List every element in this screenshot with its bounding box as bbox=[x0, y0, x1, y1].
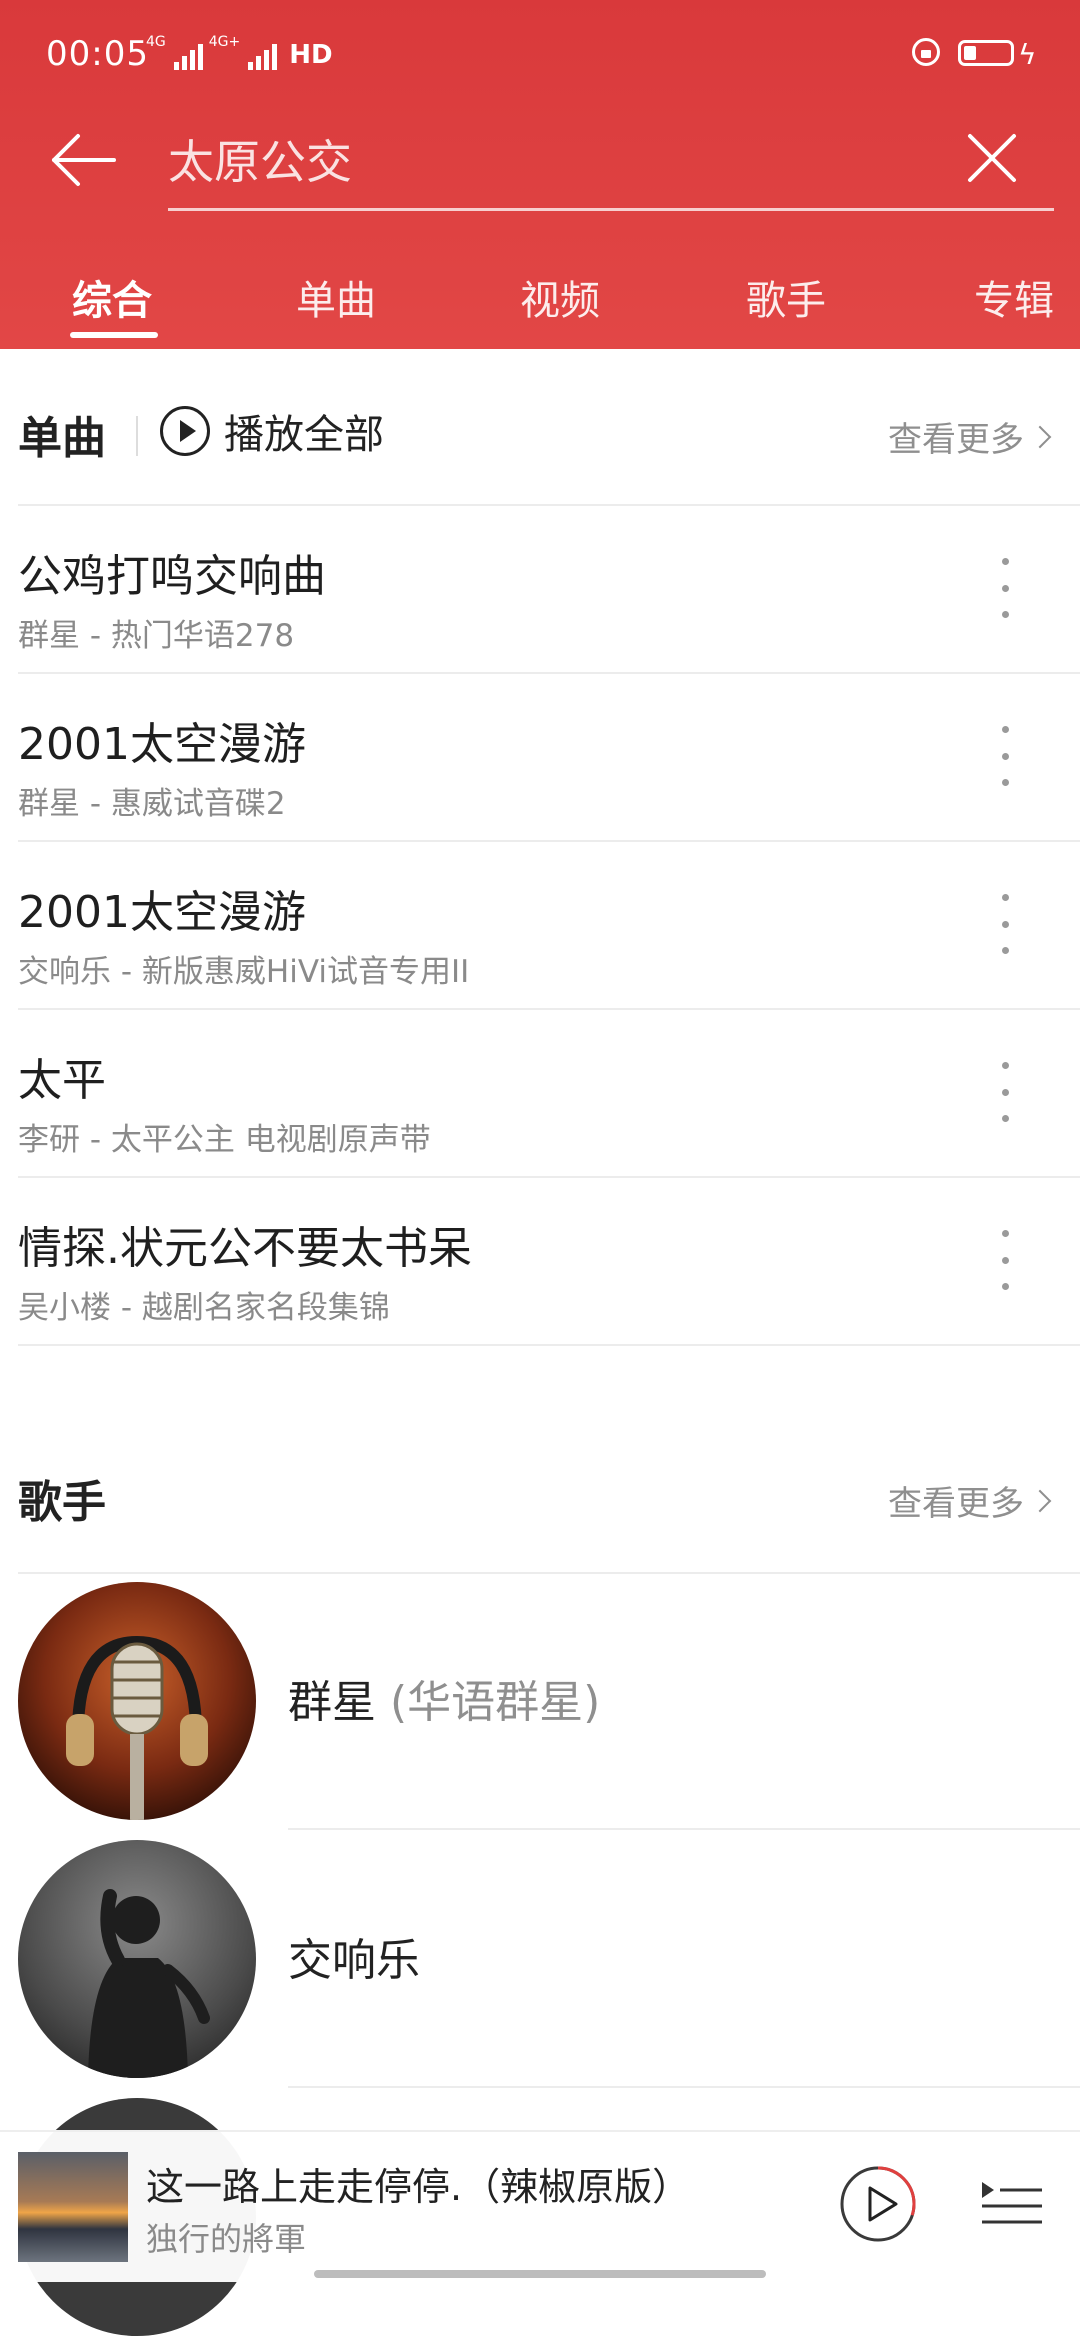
search-underline bbox=[168, 208, 1054, 211]
more-options-icon[interactable] bbox=[990, 558, 1020, 618]
song-row[interactable]: 2001太空漫游 交响乐 - 新版惠威HiVi试音专用II bbox=[0, 842, 1080, 1008]
song-subtitle: 群星 - 惠威试音碟2 bbox=[18, 786, 286, 822]
artist-alias: (华语群星) bbox=[390, 1677, 601, 1728]
artist-name-text: 交响乐 bbox=[288, 1935, 420, 1986]
artist-row[interactable]: 群星 (华语群星) bbox=[0, 1574, 1080, 1830]
song-subtitle: 吴小楼 - 越剧名家名段集锦 bbox=[18, 1290, 390, 1326]
artist-name-text: 群星 bbox=[288, 1677, 376, 1728]
network-indicators: 4G 4G+ HD bbox=[146, 34, 333, 70]
song-title: 情探.状元公不要太书呆 bbox=[18, 1223, 472, 1274]
active-tab-indicator bbox=[70, 332, 158, 338]
home-indicator[interactable] bbox=[314, 2270, 766, 2278]
artist-avatar bbox=[18, 1840, 256, 2078]
category-tabs: 综合 单曲 视频 歌手 专辑 bbox=[0, 250, 1080, 349]
back-arrow-icon[interactable] bbox=[48, 130, 118, 190]
song-title: 太平 bbox=[18, 1055, 106, 1106]
status-bar: 00:05 4G 4G+ HD ϟ bbox=[0, 0, 1080, 110]
charging-icon: ϟ bbox=[1018, 38, 1037, 71]
close-icon[interactable] bbox=[964, 130, 1020, 186]
play-button[interactable] bbox=[838, 2164, 918, 2244]
now-playing-artist: 独行的將軍 bbox=[146, 2220, 307, 2258]
status-time: 00:05 bbox=[46, 34, 149, 74]
header-divider bbox=[136, 416, 138, 456]
song-row[interactable]: 情探.状元公不要太书呆 吴小楼 - 越剧名家名段集锦 bbox=[0, 1178, 1080, 1344]
song-row[interactable]: 公鸡打鸣交响曲 群星 - 热门华语278 bbox=[0, 506, 1080, 672]
more-options-icon[interactable] bbox=[990, 1230, 1020, 1290]
more-options-icon[interactable] bbox=[990, 894, 1020, 954]
chevron-right-icon bbox=[1028, 425, 1052, 448]
songs-section-title: 单曲 bbox=[18, 413, 106, 464]
mini-player[interactable]: 这一路上走走停停.（辣椒原版） 独行的將軍 bbox=[0, 2130, 1080, 2282]
tab-artists[interactable]: 歌手 bbox=[746, 268, 826, 326]
play-all-button[interactable]: 播放全部 bbox=[160, 400, 384, 462]
app-header: 00:05 4G 4G+ HD ϟ 综合 单曲 视频 歌手 专辑 bbox=[0, 0, 1080, 349]
play-icon bbox=[868, 2186, 898, 2222]
rotation-lock-icon bbox=[912, 38, 940, 66]
song-subtitle: 交响乐 - 新版惠威HiVi试音专用II bbox=[18, 954, 470, 990]
singer-silhouette-image bbox=[18, 1840, 256, 2078]
network-type-2: 4G+ bbox=[208, 34, 241, 50]
now-playing-title: 这一路上走走停停.（辣椒原版） bbox=[146, 2165, 691, 2209]
songs-more-label: 查看更多 bbox=[888, 420, 1024, 460]
search-input[interactable] bbox=[168, 128, 1048, 190]
play-all-label: 播放全部 bbox=[224, 412, 384, 458]
artist-avatar bbox=[18, 1582, 256, 1820]
tab-comprehensive[interactable]: 综合 bbox=[72, 268, 152, 326]
signal-icon bbox=[173, 40, 203, 70]
artist-name: 群星 (华语群星) bbox=[288, 1666, 600, 1730]
tab-albums[interactable]: 专辑 bbox=[974, 268, 1054, 326]
artists-section-header: 歌手 查看更多 bbox=[0, 1432, 1080, 1572]
song-subtitle: 李研 - 太平公主 电视剧原声带 bbox=[18, 1122, 431, 1158]
network-type-1: 4G bbox=[146, 34, 166, 50]
more-options-icon[interactable] bbox=[990, 726, 1020, 786]
chevron-right-icon bbox=[1028, 1489, 1052, 1512]
play-circle-icon bbox=[160, 406, 210, 456]
tab-songs[interactable]: 单曲 bbox=[296, 268, 376, 326]
hd-voice-icon: HD bbox=[289, 40, 333, 70]
microphone-image bbox=[18, 1582, 256, 1820]
artist-name: 交响乐 bbox=[288, 1924, 420, 1988]
artists-section-title: 歌手 bbox=[18, 1477, 106, 1528]
divider bbox=[288, 1828, 1080, 1830]
artist-row[interactable]: 交响乐 bbox=[0, 1832, 1080, 2088]
song-row[interactable]: 2001太空漫游 群星 - 惠威试音碟2 bbox=[0, 674, 1080, 840]
song-subtitle: 群星 - 热门华语278 bbox=[18, 618, 295, 654]
song-row[interactable]: 太平 李研 - 太平公主 电视剧原声带 bbox=[0, 1010, 1080, 1176]
song-title: 2001太空漫游 bbox=[18, 887, 306, 938]
tab-videos[interactable]: 视频 bbox=[520, 268, 600, 326]
playlist-icon[interactable] bbox=[980, 2176, 1044, 2232]
search-bar bbox=[0, 110, 1080, 220]
more-options-icon[interactable] bbox=[990, 1062, 1020, 1122]
songs-more-link[interactable]: 查看更多 bbox=[888, 412, 1052, 461]
songs-section-header: 单曲 播放全部 查看更多 bbox=[0, 360, 1080, 500]
song-title: 2001太空漫游 bbox=[18, 719, 306, 770]
album-cover bbox=[18, 2152, 128, 2262]
divider bbox=[18, 1344, 1080, 1346]
signal-icon-2 bbox=[248, 40, 278, 70]
divider bbox=[288, 2086, 1080, 2088]
artists-more-link[interactable]: 查看更多 bbox=[888, 1476, 1052, 1525]
song-title: 公鸡打鸣交响曲 bbox=[18, 551, 326, 602]
artists-more-label: 查看更多 bbox=[888, 1484, 1024, 1524]
battery-icon bbox=[958, 40, 1014, 66]
